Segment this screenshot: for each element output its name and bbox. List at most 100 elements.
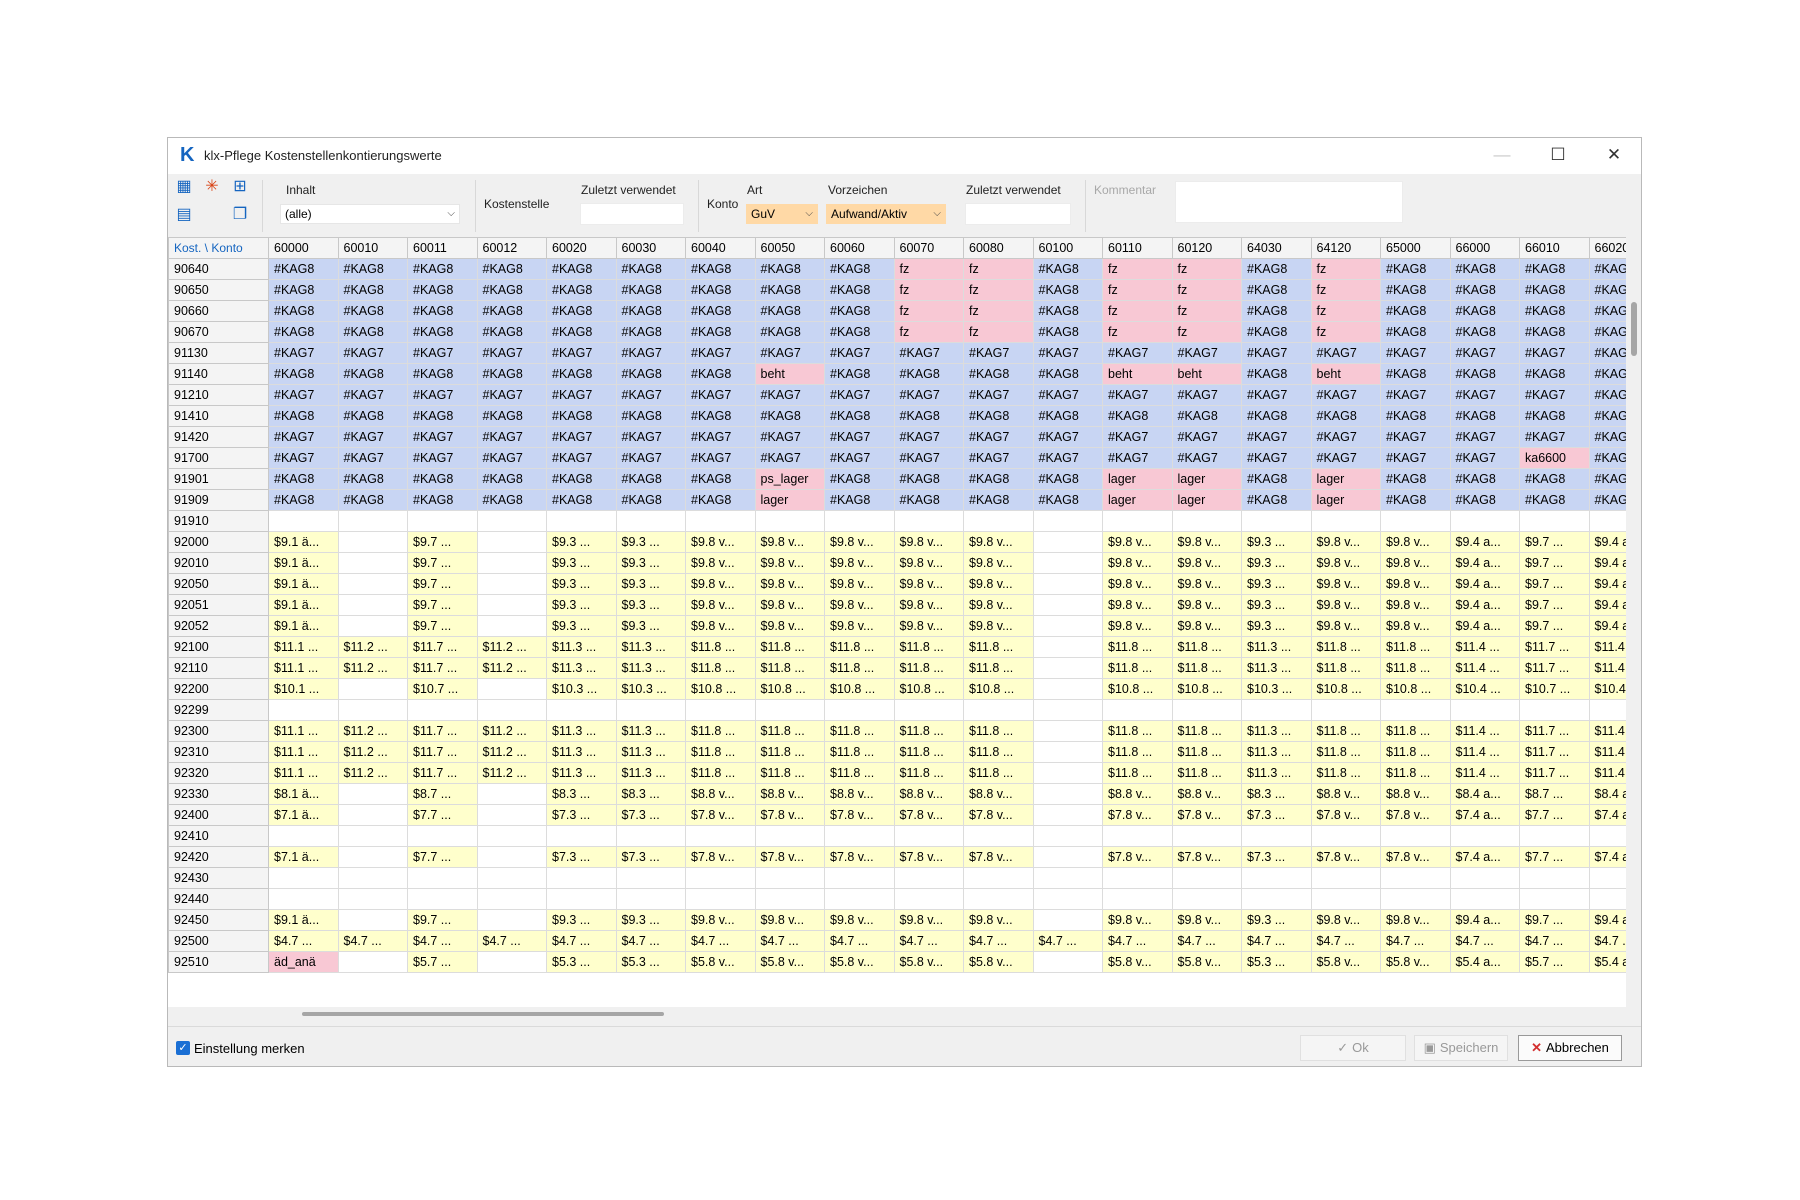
grid-cell[interactable]: $9.4 a...: [1449, 531, 1520, 553]
grid-cell[interactable]: $11.8 ...: [1102, 741, 1173, 763]
grid-cell[interactable]: [1380, 510, 1451, 532]
grid-cell[interactable]: [1241, 825, 1312, 847]
grid-cell[interactable]: $7.8 v...: [1102, 804, 1173, 826]
grid-cell[interactable]: $9.1 ä...: [268, 615, 339, 637]
grid-cell[interactable]: [476, 825, 547, 847]
grid-cell[interactable]: [407, 699, 478, 721]
grid-cell[interactable]: #KAG8: [1449, 321, 1520, 343]
grid-cell[interactable]: #KAG7: [963, 342, 1034, 364]
grid-cell[interactable]: fz: [1102, 300, 1173, 322]
grid-cell[interactable]: $11.8 ...: [1310, 720, 1381, 742]
row-header[interactable]: 92051: [168, 594, 269, 616]
grid-cell[interactable]: [1032, 699, 1103, 721]
grid-cell[interactable]: [1032, 951, 1103, 973]
grid-cell[interactable]: $9.8 v...: [1380, 594, 1451, 616]
grid-cell[interactable]: #KAG8: [685, 321, 756, 343]
grid-cell[interactable]: #KAG8: [1519, 279, 1590, 301]
grid-cell[interactable]: #KAG7: [1588, 447, 1626, 469]
grid-cell[interactable]: #KAG8: [1241, 321, 1312, 343]
grid-cell[interactable]: #KAG8: [407, 363, 478, 385]
grid-cell[interactable]: #KAG7: [754, 447, 825, 469]
grid-cell[interactable]: #KAG8: [615, 300, 686, 322]
grid-cell[interactable]: [1241, 510, 1312, 532]
grid-cell[interactable]: $9.3 ...: [615, 573, 686, 595]
grid-cell[interactable]: $4.7 ...: [1519, 930, 1590, 952]
grid-cell[interactable]: #KAG8: [1380, 258, 1451, 280]
row-header[interactable]: 91140: [168, 363, 269, 385]
grid-cell[interactable]: fz: [1310, 300, 1381, 322]
grid-cell[interactable]: #KAG7: [407, 342, 478, 364]
grid-cell[interactable]: [615, 825, 686, 847]
art-select[interactable]: GuV ⌵: [746, 204, 818, 224]
grid-cell[interactable]: $8.8 v...: [1102, 783, 1173, 805]
grid-cell[interactable]: #KAG8: [754, 300, 825, 322]
grid-cell[interactable]: $7.8 v...: [963, 846, 1034, 868]
horizontal-scroll-thumb[interactable]: [302, 1012, 664, 1016]
grid-cell[interactable]: $9.3 ...: [546, 594, 617, 616]
grid-cell[interactable]: [337, 888, 408, 910]
grid-cell[interactable]: #KAG8: [1449, 468, 1520, 490]
grid-cell[interactable]: $11.7 ...: [1519, 762, 1590, 784]
grid-cell[interactable]: #KAG8: [546, 468, 617, 490]
grid-cell[interactable]: [1032, 510, 1103, 532]
grid-cell[interactable]: $11.3 ...: [546, 741, 617, 763]
grid-cell[interactable]: $4.7 ...: [1032, 930, 1103, 952]
grid-cell[interactable]: #KAG8: [1102, 405, 1173, 427]
grid-cell[interactable]: $11.3 ...: [546, 657, 617, 679]
grid-cell[interactable]: [268, 699, 339, 721]
grid-cell[interactable]: $11.8 ...: [1102, 720, 1173, 742]
grid-cell[interactable]: $11.7 ...: [407, 741, 478, 763]
grid-cell[interactable]: [476, 867, 547, 889]
grid-cell[interactable]: fz: [963, 300, 1034, 322]
grid-cell[interactable]: $11.2 ...: [476, 720, 547, 742]
grid-cell[interactable]: #KAG7: [546, 384, 617, 406]
grid-cell[interactable]: #KAG8: [1241, 489, 1312, 511]
grid-cell[interactable]: #KAG8: [824, 363, 895, 385]
grid-cell[interactable]: #KAG7: [893, 384, 964, 406]
row-header[interactable]: 90640: [168, 258, 269, 280]
grid-cell[interactable]: $9.3 ...: [546, 615, 617, 637]
grid-cell[interactable]: #KAG8: [337, 321, 408, 343]
grid-cell[interactable]: $9.4 a...: [1588, 552, 1626, 574]
grid-cell[interactable]: #KAG7: [546, 447, 617, 469]
grid-cell[interactable]: [893, 867, 964, 889]
grid-cell[interactable]: lager: [1102, 468, 1173, 490]
grid-cell[interactable]: #KAG8: [754, 405, 825, 427]
konto-recent-field[interactable]: [965, 203, 1071, 225]
grid-cell[interactable]: $5.8 v...: [1102, 951, 1173, 973]
row-header[interactable]: 92000: [168, 531, 269, 553]
grid-cell[interactable]: #KAG7: [893, 426, 964, 448]
grid-cell[interactable]: #KAG8: [268, 468, 339, 490]
vertical-scrollbar[interactable]: [1626, 237, 1641, 1007]
grid-cell[interactable]: $9.8 v...: [963, 552, 1034, 574]
grid-cell[interactable]: #KAG7: [1519, 426, 1590, 448]
grid-cell[interactable]: $9.4 a...: [1449, 615, 1520, 637]
grid-cell[interactable]: $9.8 v...: [824, 594, 895, 616]
grid-cell[interactable]: #KAG8: [476, 489, 547, 511]
grid-cell[interactable]: $11.8 ...: [1171, 636, 1242, 658]
grid-cell[interactable]: $9.3 ...: [615, 909, 686, 931]
row-header[interactable]: 92440: [168, 888, 269, 910]
grid-cell[interactable]: $9.8 v...: [1310, 573, 1381, 595]
grid-cell[interactable]: #KAG8: [268, 300, 339, 322]
grid-cell[interactable]: [476, 951, 547, 973]
grid-cell[interactable]: $9.4 a...: [1588, 573, 1626, 595]
grid-cell[interactable]: #KAG7: [685, 447, 756, 469]
row-header[interactable]: 91910: [168, 510, 269, 532]
grid-cell[interactable]: [893, 888, 964, 910]
grid-cell[interactable]: $11.8 ...: [1102, 636, 1173, 658]
grid-cell[interactable]: fz: [893, 279, 964, 301]
grid-cell[interactable]: #KAG8: [893, 363, 964, 385]
save-button[interactable]: ▣ Speichern: [1414, 1035, 1508, 1061]
grid-cell[interactable]: $9.8 v...: [685, 594, 756, 616]
grid-cell[interactable]: $7.8 v...: [824, 846, 895, 868]
grid-cell[interactable]: [1519, 867, 1590, 889]
grid-cell[interactable]: [1310, 888, 1381, 910]
grid-cell[interactable]: #KAG8: [1519, 258, 1590, 280]
grid-cell[interactable]: $11.8 ...: [1310, 636, 1381, 658]
grid-cell[interactable]: $9.8 v...: [1380, 552, 1451, 574]
grid-cell[interactable]: [337, 552, 408, 574]
grid-cell[interactable]: beht: [1102, 363, 1173, 385]
row-header[interactable]: 92510: [168, 951, 269, 973]
grid-cell[interactable]: $7.3 ...: [615, 846, 686, 868]
